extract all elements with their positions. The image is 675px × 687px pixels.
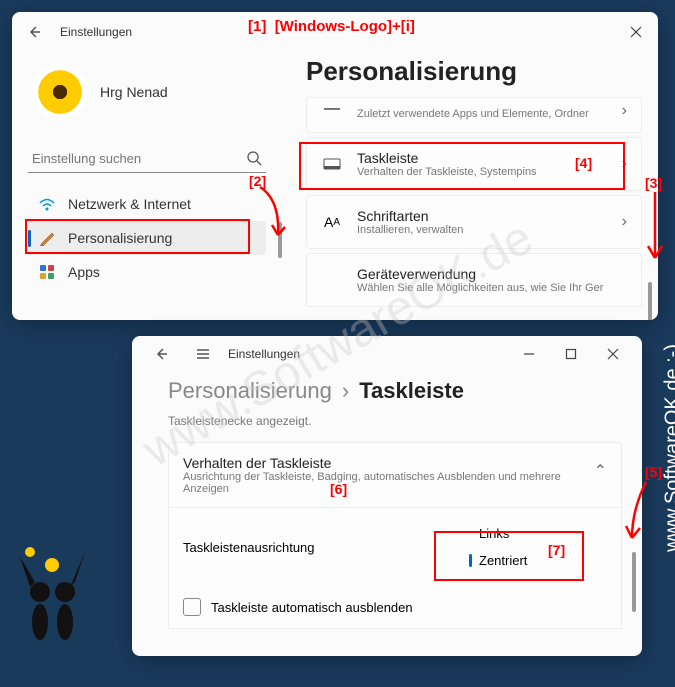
minimize-icon	[523, 348, 535, 360]
minimize-button[interactable]	[508, 339, 550, 369]
font-icon: AA	[321, 211, 343, 233]
card-title: Schriftarten	[357, 208, 608, 224]
menu-button[interactable]	[182, 339, 224, 369]
page-title: Personalisierung	[306, 56, 642, 87]
setting-card-usage[interactable]: Geräteverwendung Wählen Sie alle Möglich…	[306, 253, 642, 307]
arrow-left-icon	[154, 347, 168, 361]
mascot-image	[10, 537, 100, 657]
maximize-icon	[565, 348, 577, 360]
section-header-behavior[interactable]: Verhalten der Taskleiste Ausrichtung der…	[168, 442, 622, 508]
section-description: Ausrichtung der Taskleiste, Badging, aut…	[183, 471, 594, 495]
autohide-option[interactable]: Taskleiste automatisch ausblenden	[183, 586, 607, 628]
device-icon	[321, 269, 343, 291]
search-icon	[246, 150, 262, 166]
apps-icon	[38, 263, 56, 281]
maximize-button[interactable]	[550, 339, 592, 369]
section-title: Verhalten der Taskleiste	[183, 455, 594, 471]
chevron-right-icon: ›	[342, 378, 349, 404]
main-scrollbar[interactable]	[648, 282, 652, 320]
sidebar-item-label: Personalisierung	[68, 230, 172, 246]
settings-window-taskbar: Einstellungen Personalisierung › Tasklei…	[132, 336, 642, 656]
alignment-dropdown[interactable]: Links Zentriert	[467, 520, 607, 574]
chevron-right-icon: ›	[622, 213, 627, 231]
breadcrumb-parent[interactable]: Personalisierung	[168, 378, 332, 404]
alignment-label: Taskleistenausrichtung	[183, 540, 467, 555]
status-text: Taskleistenecke angezeigt.	[168, 414, 622, 428]
dropdown-option-center[interactable]: Zentriert	[467, 547, 607, 574]
card-title: Taskleiste	[357, 150, 608, 166]
card-description: Installieren, verwalten	[357, 224, 608, 236]
autohide-label: Taskleiste automatisch ausblenden	[211, 600, 413, 615]
close-button[interactable]	[626, 22, 646, 42]
setting-card-recent[interactable]: — Zuletzt verwendete Apps und Elemente, …	[306, 97, 642, 133]
checkbox-icon[interactable]	[183, 598, 201, 616]
sidebar: Hrg Nenad Netzwerk & Internet Personalis…	[12, 52, 282, 320]
window-title: Einstellungen	[228, 347, 300, 361]
close-button[interactable]	[592, 339, 634, 369]
settings-window-main: Einstellungen Hrg Nenad Netzwerk & Inter…	[12, 12, 658, 320]
breadcrumb-current: Taskleiste	[359, 378, 464, 404]
sidebar-item-apps[interactable]: Apps	[28, 255, 266, 289]
username: Hrg Nenad	[100, 84, 168, 100]
card-description: Verhalten der Taskleiste, Systempins	[357, 166, 608, 178]
chevron-right-icon: ›	[622, 102, 627, 120]
avatar	[32, 64, 88, 120]
main-panel: Personalisierung — Zuletzt verwendete Ap…	[282, 52, 658, 320]
titlebar: Einstellungen	[132, 336, 642, 372]
hamburger-icon	[196, 347, 210, 361]
sidebar-item-personalization[interactable]: Personalisierung	[28, 221, 266, 255]
sidebar-item-label: Netzwerk & Internet	[68, 196, 191, 212]
breadcrumb: Personalisierung › Taskleiste	[168, 378, 622, 404]
close-icon	[607, 348, 619, 360]
chevron-right-icon: ›	[622, 155, 627, 173]
annotation-shortcut: [1] [Windows-Logo]+[i]	[248, 18, 415, 35]
annotation-marker-5: [5]	[645, 464, 662, 480]
sidebar-item-label: Apps	[68, 264, 100, 280]
back-button[interactable]	[140, 339, 182, 369]
back-button[interactable]	[24, 22, 44, 42]
card-description: Wählen Sie alle Möglichkeiten aus, wie S…	[357, 282, 627, 294]
search-input[interactable]	[32, 151, 246, 166]
dropdown-option-left[interactable]: Links	[467, 520, 607, 547]
taskbar-icon	[321, 153, 343, 175]
window-title: Einstellungen	[60, 25, 132, 39]
card-title: Geräteverwendung	[357, 266, 627, 282]
close-icon	[630, 26, 642, 38]
chevron-up-icon: ⌃	[594, 455, 607, 481]
setting-card-fonts[interactable]: AA Schriftarten Installieren, verwalten …	[306, 195, 642, 249]
search-box[interactable]	[28, 144, 266, 173]
wifi-icon	[38, 195, 56, 213]
card-description: Zuletzt verwendete Apps und Elemente, Or…	[357, 108, 608, 120]
scrollbar[interactable]	[632, 552, 636, 612]
sidebar-item-network[interactable]: Netzwerk & Internet	[28, 187, 266, 221]
setting-card-taskbar[interactable]: Taskleiste Verhalten der Taskleiste, Sys…	[306, 137, 642, 191]
paintbrush-icon	[38, 229, 56, 247]
section-content: Taskleistenausrichtung Links Zentriert T…	[168, 508, 622, 629]
clock-icon: —	[321, 98, 343, 120]
watermark-side: www.SoftwareOK.de :-)	[662, 344, 675, 552]
profile-section[interactable]: Hrg Nenad	[28, 60, 266, 124]
arrow-left-icon	[27, 25, 41, 39]
